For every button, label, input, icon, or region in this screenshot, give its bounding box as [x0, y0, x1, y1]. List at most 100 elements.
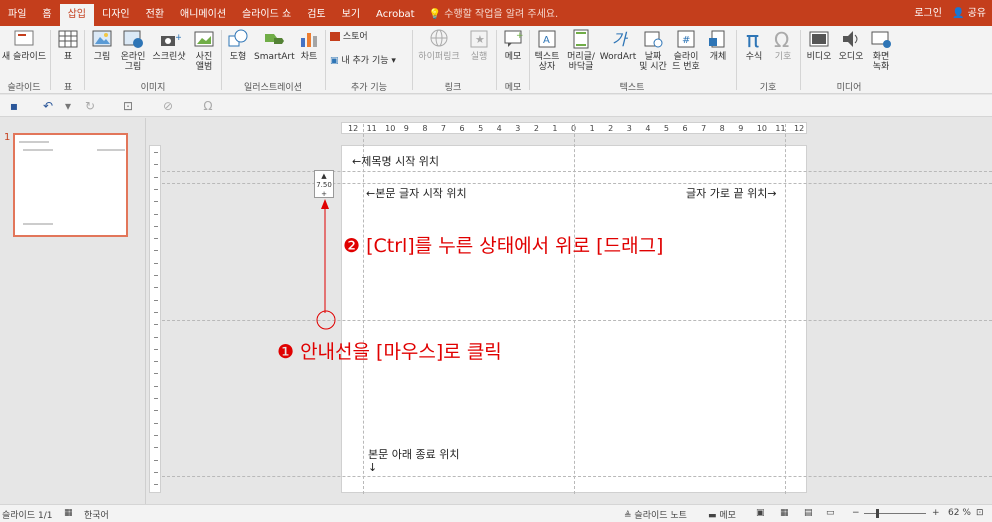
slideshow-view-icon[interactable]: ▭	[826, 508, 835, 518]
ruler-label: 4	[645, 124, 651, 133]
vertical-guide[interactable]	[785, 124, 786, 494]
horizontal-guide[interactable]	[162, 171, 992, 172]
ribbon: 새 슬라이드 슬라이드 표 표 그림 온라인 그림 + 스크린샷 사진 앨범 이…	[0, 26, 992, 94]
tab-animations[interactable]: 애니메이션	[172, 4, 234, 26]
group-tables-label: 표	[63, 83, 73, 93]
reading-view-icon[interactable]: ▤	[804, 508, 813, 518]
slide-sorter-icon[interactable]: ▦	[780, 508, 789, 518]
notes-button[interactable]: ≜ 슬라이드 노트	[624, 508, 687, 521]
share-button[interactable]: 👤 공유	[952, 4, 986, 19]
action-button[interactable]: ★ 실행	[466, 28, 492, 62]
tab-file[interactable]: 파일	[0, 4, 34, 26]
equation-button[interactable]: π 수식	[740, 28, 768, 62]
symbol-button[interactable]: Ω 기호	[770, 28, 796, 62]
tab-review[interactable]: 검토	[299, 4, 333, 26]
tell-me-box[interactable]: 💡 수행할 작업을 알려 주세요.	[429, 4, 559, 26]
ruler-tick	[154, 336, 158, 338]
tab-home[interactable]: 홈	[34, 4, 59, 26]
zoom-out-button[interactable]: −	[852, 508, 860, 518]
horizontal-guide-center[interactable]	[162, 320, 992, 321]
zoom-slider[interactable]	[864, 509, 926, 518]
vertical-guide-center[interactable]	[574, 124, 575, 494]
ruler-tick	[154, 213, 158, 215]
ruler-label: 2	[608, 124, 614, 133]
symbol-label: 기호	[774, 52, 792, 62]
spellcheck-icon[interactable]: ▦	[64, 508, 73, 518]
click-circle	[316, 310, 336, 330]
wordart-label: WordArt	[599, 52, 637, 62]
comment-button[interactable]: + 메모	[500, 28, 526, 62]
group-text-label: 텍스트	[619, 83, 645, 93]
vertical-ruler[interactable]	[149, 145, 161, 493]
ruler-label: 1	[552, 124, 558, 133]
guide-position-tooltip: ▲ 7.50 +	[314, 170, 334, 198]
tab-slideshow[interactable]: 슬라이드 쇼	[234, 4, 299, 26]
ruler-label: 10	[385, 124, 396, 133]
shapes-button[interactable]: 도형	[224, 28, 252, 62]
zoom-slider-thumb[interactable]	[876, 509, 879, 518]
horizontal-guide[interactable]	[162, 183, 992, 184]
globe-icon	[430, 29, 448, 47]
chart-button[interactable]: 차트	[296, 28, 322, 62]
notes-label: 슬라이드 노트	[634, 511, 687, 521]
header-footer-button[interactable]: 머리글/ 바닥글	[564, 28, 598, 72]
screen-recording-button[interactable]: 화면 녹화	[868, 28, 894, 72]
chevron-down-icon[interactable]: ▾	[60, 98, 76, 114]
ribbon-separator	[412, 30, 413, 90]
online-picture-button[interactable]: 온라인 그림	[118, 28, 148, 72]
ruler-label: 7	[440, 124, 446, 133]
tell-me-text: 수행할 작업을 알려 주세요.	[444, 9, 559, 20]
photo-album-button[interactable]: 사진 앨범	[190, 28, 218, 72]
format-painter-icon[interactable]: ⊘	[160, 98, 176, 114]
video-button[interactable]: 비디오	[804, 28, 834, 62]
slide-thumbnail[interactable]	[13, 133, 128, 237]
wordart-button[interactable]: 가 WordArt	[599, 28, 637, 62]
slide-number-button[interactable]: # 슬라이 드 번호	[670, 28, 702, 72]
screenshot-button[interactable]: + 스크린샷	[149, 28, 189, 62]
picture-button[interactable]: 그림	[88, 28, 116, 62]
omega-icon[interactable]: Ω	[200, 98, 216, 114]
login-link[interactable]: 로그인	[914, 4, 942, 19]
save-icon[interactable]: ▪	[6, 98, 22, 114]
omega-icon: Ω	[774, 28, 789, 50]
header-footer-label-2: 바닥글	[568, 62, 594, 72]
normal-view-icon[interactable]: ▣	[756, 508, 765, 518]
svg-text:#: #	[682, 35, 690, 46]
new-slide-button[interactable]: 새 슬라이드	[0, 28, 48, 62]
date-time-button[interactable]: 날짜 및 시간	[638, 28, 668, 72]
body-end-label: 본문 아래 종료 위치	[368, 448, 460, 461]
redo-icon[interactable]: ↻	[82, 98, 98, 114]
hyperlink-button[interactable]: 하이퍼링크	[414, 28, 464, 62]
vertical-guide[interactable]	[363, 124, 364, 494]
store-button[interactable]: 스토어	[330, 32, 390, 42]
table-button[interactable]: 표	[54, 28, 82, 62]
zoom-in-button[interactable]: +	[932, 508, 940, 518]
fit-slide-icon[interactable]: ⊡	[976, 508, 984, 518]
tab-design[interactable]: 디자인	[94, 4, 138, 26]
object-button[interactable]: 개체	[704, 28, 732, 62]
svg-text:+: +	[516, 31, 524, 41]
textbox-button[interactable]: A 텍스트 상자	[532, 28, 562, 72]
comments-button[interactable]: ▬ 메모	[708, 508, 736, 521]
shapes-icon	[228, 29, 248, 47]
present-icon[interactable]: ⊡	[120, 98, 136, 114]
zoom-level[interactable]: 62 %	[948, 508, 971, 518]
smartart-label: SmartArt	[254, 52, 295, 62]
ruler-label: 10	[756, 124, 768, 133]
my-addins-button[interactable]: ▣ 내 추가 기능 ▾	[330, 56, 410, 66]
smartart-button[interactable]: SmartArt	[254, 28, 295, 62]
shapes-label: 도형	[229, 52, 247, 62]
tab-transitions[interactable]: 전환	[138, 4, 172, 26]
language[interactable]: 한국어	[84, 508, 109, 521]
tab-insert[interactable]: 삽입	[59, 4, 95, 26]
ruler-tick	[154, 361, 158, 363]
tab-view[interactable]: 보기	[334, 4, 368, 26]
speaker-icon	[843, 31, 858, 47]
tab-acrobat[interactable]: Acrobat	[368, 4, 423, 26]
horizontal-guide[interactable]	[162, 476, 992, 477]
screen-recording-icon	[871, 31, 891, 48]
audio-button[interactable]: 오디오	[836, 28, 866, 62]
store-icon	[330, 32, 340, 41]
undo-icon[interactable]: ↶	[40, 98, 56, 114]
slide-canvas[interactable]: ←제목명 시작 위치 ←본문 글자 시작 위치 글자 가로 끝 위치→ 본문 아…	[162, 124, 992, 494]
